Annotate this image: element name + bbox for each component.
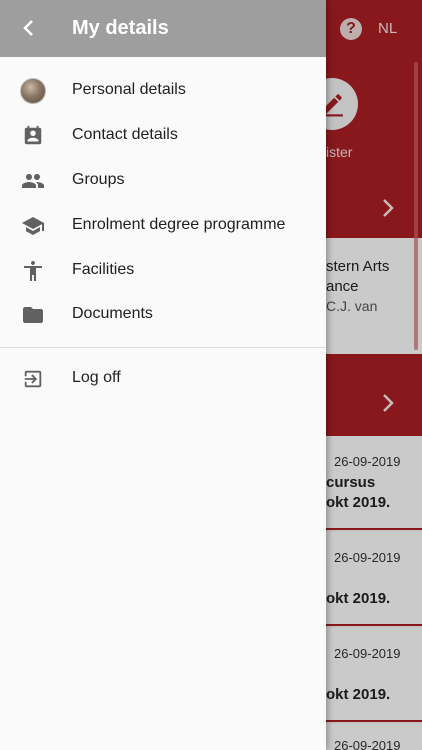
divider [0, 347, 326, 348]
back-button[interactable] [14, 13, 44, 43]
accessibility-icon [20, 258, 46, 284]
avatar [20, 78, 46, 104]
logout-icon [20, 366, 46, 392]
groups-icon [20, 168, 46, 194]
drawer-title: My details [72, 17, 169, 39]
menu-item-contact-details[interactable]: Contact details [0, 113, 326, 158]
contact-card-icon [20, 123, 46, 149]
menu-item-personal-details[interactable]: Personal details [0, 68, 326, 113]
menu-item-log-off[interactable]: Log off [0, 356, 326, 401]
drawer-header: My details [0, 0, 326, 57]
menu-item-label: Enrolment degree programme [72, 216, 286, 233]
menu-item-facilities[interactable]: Facilities [0, 248, 326, 293]
menu-item-documents[interactable]: Documents [0, 292, 326, 337]
menu-item-label: Documents [72, 305, 153, 322]
chevron-left-icon [23, 20, 33, 36]
menu-item-label: Facilities [72, 261, 135, 278]
menu-item-label: Groups [72, 171, 125, 188]
menu-item-label: Personal details [72, 81, 186, 98]
graduation-cap-icon [20, 213, 46, 239]
menu-item-groups[interactable]: Groups [0, 158, 326, 203]
menu-item-label: Contact details [72, 126, 178, 143]
menu-item-label: Log off [72, 369, 121, 386]
folder-icon [20, 302, 46, 328]
navigation-drawer: My details Personal details Contact deta… [0, 0, 326, 750]
menu-item-enrolment-degree-programme[interactable]: Enrolment degree programme [0, 203, 326, 248]
